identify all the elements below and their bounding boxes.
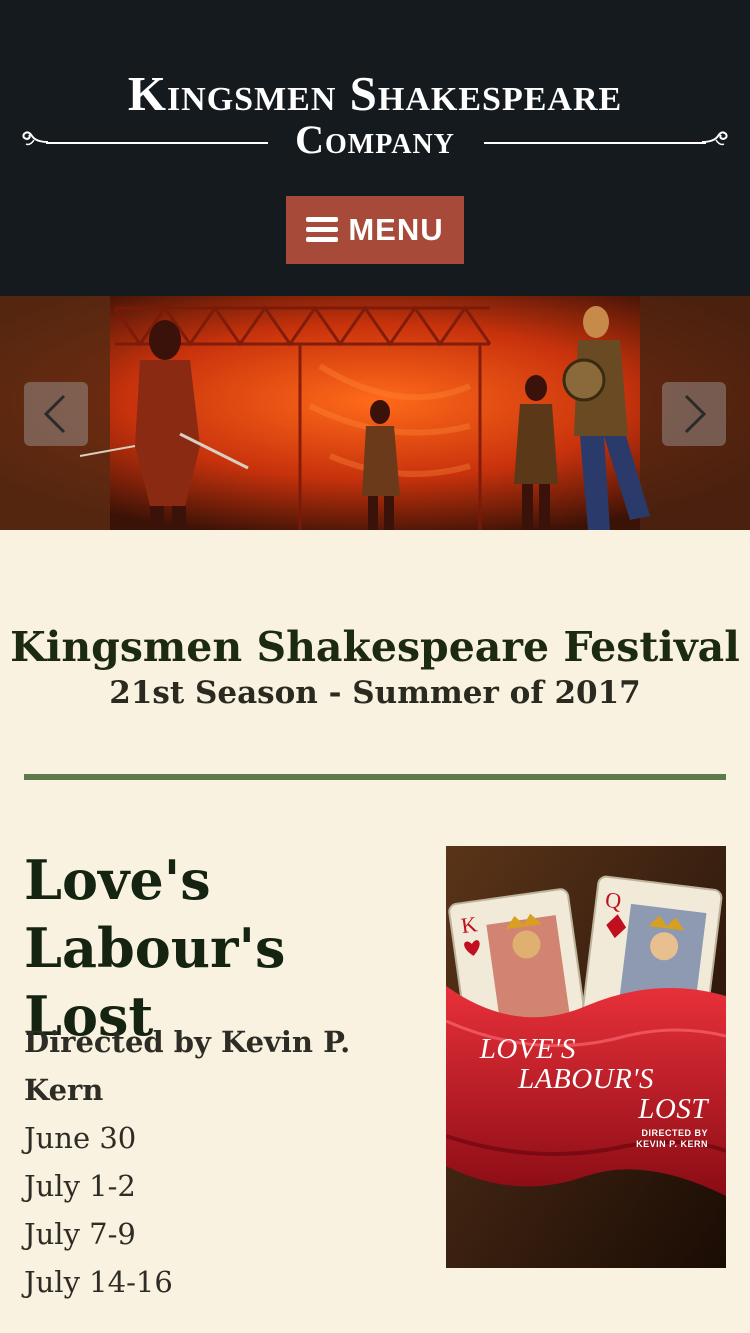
poster-title-line: LOST — [638, 1093, 708, 1125]
play-date: June 30 — [24, 1121, 137, 1155]
poster-credit-line: DIRECTED BY — [641, 1128, 708, 1138]
menu-label: MENU — [348, 212, 444, 247]
site-header: Kingsmen Shakespeare Company MENU — [0, 0, 750, 296]
poster-credit: DIRECTED BY KEVIN P. KERN — [446, 1128, 708, 1150]
chevron-right-icon — [684, 394, 707, 434]
festival-title: Kingsmen Shakespeare Festival — [10, 623, 740, 671]
play-poster[interactable]: K Q LOVE'S LABOUR'S LOST DIRECTED BY KEV… — [446, 846, 726, 1268]
logo-subtitle-row: Company — [0, 118, 750, 162]
play-director: Directed by Kevin P. Kern — [24, 1025, 351, 1107]
poster-credit-line: KEVIN P. KERN — [636, 1139, 708, 1149]
flourish-right-icon — [701, 131, 728, 146]
chevron-left-icon — [43, 394, 66, 434]
hamburger-icon — [306, 217, 339, 243]
logo-company[interactable]: Company — [0, 118, 750, 162]
section-divider — [24, 774, 726, 780]
poster-title-line: LOVE'S — [479, 1033, 576, 1065]
festival-subtitle: 21st Season - Summer of 2017 — [109, 675, 641, 711]
play-date: July 1-2 — [24, 1169, 136, 1203]
hero-slider[interactable] — [0, 296, 750, 530]
poster-title-line: LABOUR'S — [518, 1063, 654, 1095]
play-date: July 7-9 — [24, 1217, 136, 1251]
play-date: July 14-16 — [24, 1265, 173, 1299]
logo-rule-right — [484, 142, 706, 144]
play-dates: June 30 July 1-2 July 7-9 July 14-16 — [24, 1114, 404, 1306]
menu-button[interactable]: MENU — [286, 196, 464, 264]
hero-slide-image — [0, 296, 750, 530]
logo-title[interactable]: Kingsmen Shakespeare — [0, 64, 750, 124]
slider-next-button[interactable] — [662, 382, 726, 446]
svg-text:Q: Q — [604, 887, 623, 914]
slider-prev-button[interactable] — [24, 382, 88, 446]
